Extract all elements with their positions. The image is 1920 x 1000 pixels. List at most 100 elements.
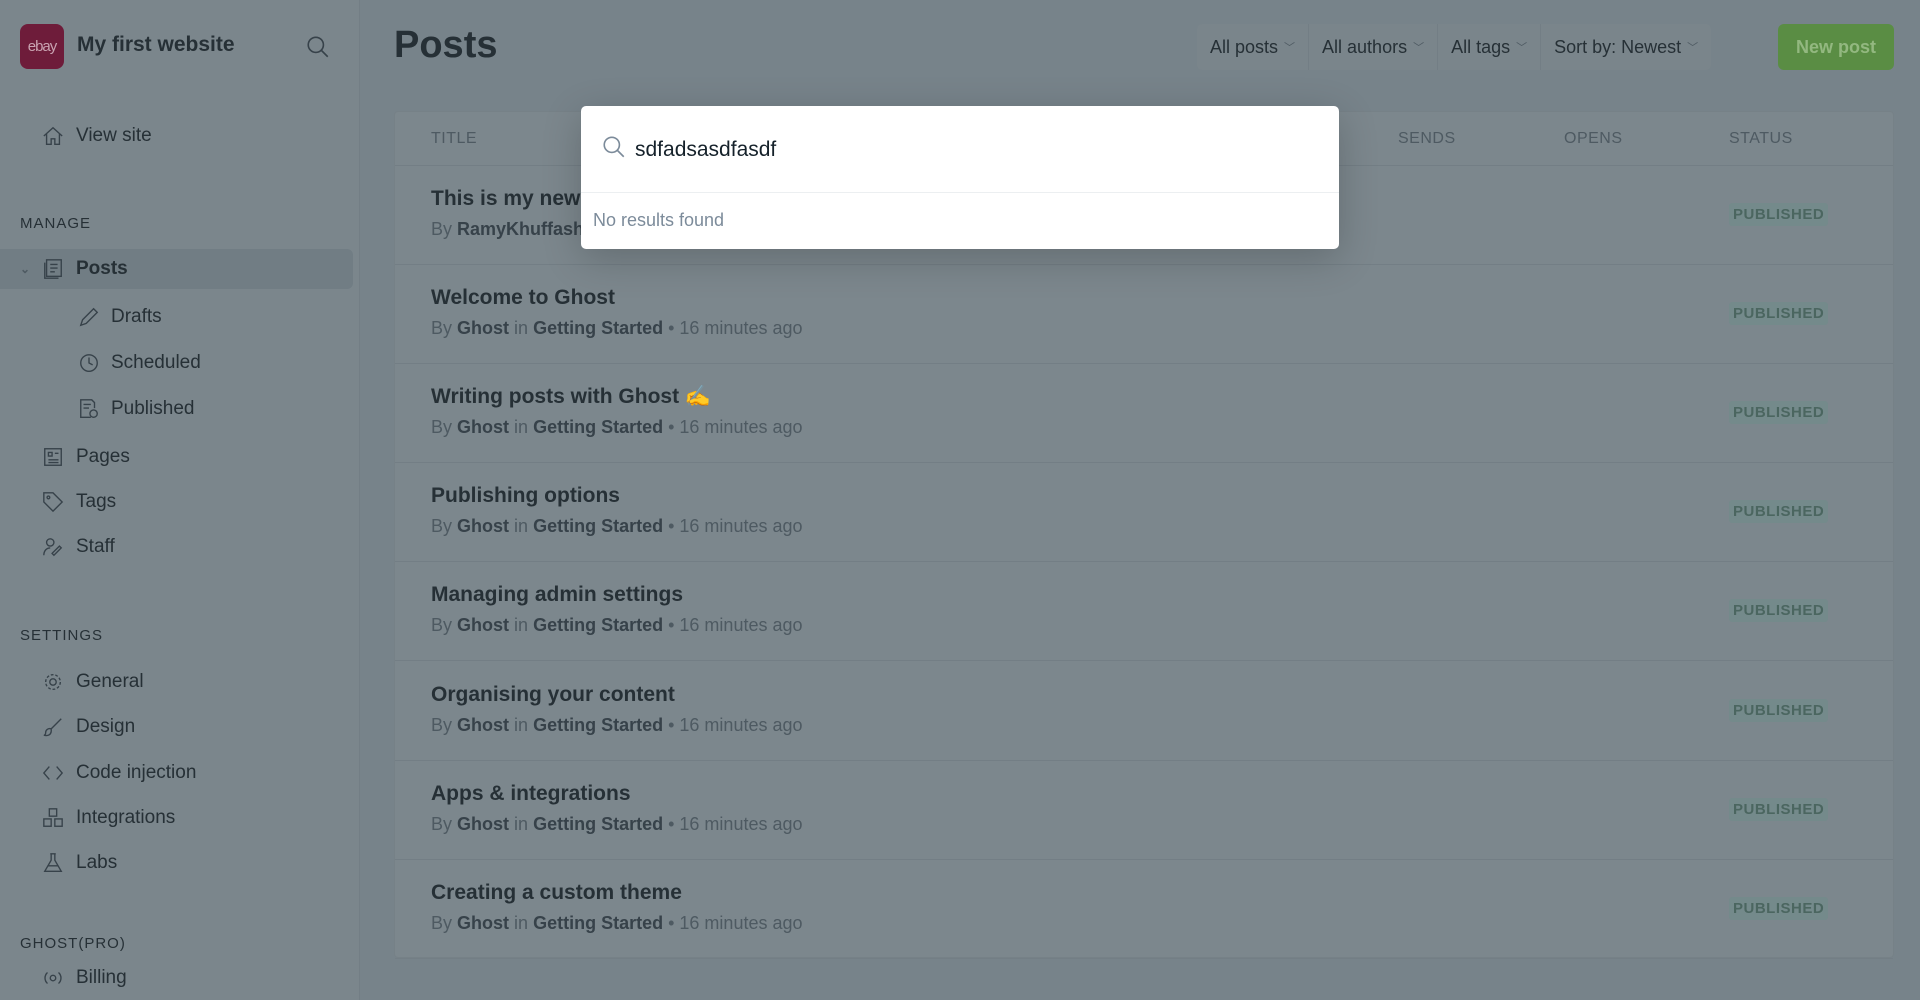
status-badge: PUBLISHED bbox=[1729, 896, 1829, 920]
chevron-down-icon: ﹀ bbox=[1516, 42, 1528, 54]
chevron-down-icon[interactable]: ⌄ bbox=[20, 262, 30, 276]
post-title[interactable]: Writing posts with Ghost ✍️ bbox=[431, 385, 711, 409]
in-label: in bbox=[514, 615, 529, 636]
table-row[interactable]: Organising your content By Ghost in Gett… bbox=[395, 662, 1893, 761]
status-badge: PUBLISHED bbox=[1729, 500, 1829, 524]
sidebar-item-drafts[interactable]: Drafts bbox=[0, 297, 353, 337]
table-row[interactable]: Creating a custom theme By Ghost in Gett… bbox=[395, 860, 1893, 959]
post-tag: Getting Started bbox=[533, 615, 664, 636]
home-icon bbox=[42, 125, 64, 147]
sidebar-item-published[interactable]: Published bbox=[0, 389, 353, 429]
sidebar-item-label: Staff bbox=[76, 536, 115, 557]
post-tag: Getting Started bbox=[533, 417, 664, 438]
pages-icon bbox=[42, 446, 64, 468]
page-title: Posts bbox=[394, 24, 498, 66]
sidebar-item-label: Drafts bbox=[111, 306, 162, 327]
sidebar-item-label: General bbox=[76, 671, 144, 692]
sidebar-item-labs[interactable]: Labs bbox=[0, 843, 353, 883]
table-row[interactable]: Writing posts with Ghost ✍️ By Ghost in … bbox=[395, 364, 1893, 464]
status-badge: PUBLISHED bbox=[1729, 302, 1829, 326]
post-meta: By Ghost in Getting Started • 16 minutes… bbox=[431, 615, 803, 636]
post-meta: By Ghost in Getting Started • 16 minutes… bbox=[431, 814, 803, 835]
filter-post-type[interactable]: All posts ﹀ bbox=[1197, 24, 1310, 70]
post-author: RamyKhuffash bbox=[457, 219, 585, 239]
post-title[interactable]: Publishing options bbox=[431, 484, 620, 508]
table-row[interactable]: Apps & integrations By Ghost in Getting … bbox=[395, 761, 1893, 860]
by-label: By bbox=[431, 813, 453, 834]
new-post-button[interactable]: New post bbox=[1778, 24, 1894, 70]
post-tag: Getting Started bbox=[533, 318, 664, 339]
sidebar-item-label: Billing bbox=[76, 967, 127, 988]
status-badge: PUBLISHED bbox=[1729, 599, 1829, 623]
filter-authors[interactable]: All authors ﹀ bbox=[1309, 24, 1439, 70]
column-sends: SENDS bbox=[1398, 130, 1456, 147]
sidebar-item-integrations[interactable]: Integrations bbox=[0, 798, 353, 838]
post-time: • 16 minutes ago bbox=[668, 714, 803, 735]
post-title[interactable]: Apps & integrations bbox=[431, 782, 631, 806]
sidebar-item-tags[interactable]: Tags bbox=[0, 482, 353, 522]
post-title[interactable]: Organising your content bbox=[431, 683, 675, 707]
search-icon bbox=[601, 134, 627, 160]
status-badge: PUBLISHED bbox=[1729, 203, 1829, 226]
sidebar-item-posts[interactable]: ⌄ Posts bbox=[0, 249, 353, 289]
sidebar-item-label: Published bbox=[111, 398, 195, 419]
posts-icon bbox=[42, 258, 64, 280]
sidebar-item-code-injection[interactable]: Code injection bbox=[0, 753, 353, 793]
post-meta: By Ghost in Getting Started • 16 minutes… bbox=[431, 516, 803, 537]
site-logo[interactable]: ebay bbox=[20, 24, 64, 69]
sidebar-item-staff[interactable]: Staff bbox=[0, 527, 353, 567]
in-label: in bbox=[514, 912, 529, 933]
sidebar-item-billing[interactable]: Billing bbox=[0, 960, 353, 996]
chevron-down-icon: ﹀ bbox=[1284, 42, 1296, 54]
post-title[interactable]: This is my new bbox=[431, 187, 580, 211]
site-title: My first website bbox=[77, 33, 235, 56]
post-time: • 16 minutes ago bbox=[668, 516, 803, 537]
sidebar-item-label: Integrations bbox=[76, 807, 176, 828]
manage-heading: MANAGE bbox=[20, 215, 92, 232]
table-row[interactable]: Managing admin settings By Ghost in Gett… bbox=[395, 562, 1893, 662]
post-title[interactable]: Managing admin settings bbox=[431, 583, 683, 607]
post-author: Ghost bbox=[457, 516, 510, 537]
post-time: • 16 minutes ago bbox=[668, 417, 803, 438]
table-row[interactable]: Publishing options By Ghost in Getting S… bbox=[395, 463, 1893, 563]
table-row[interactable]: Welcome to Ghost By Ghost in Getting Sta… bbox=[395, 265, 1893, 365]
column-status: STATUS bbox=[1729, 130, 1793, 147]
search-modal: No results found bbox=[581, 106, 1339, 249]
published-icon bbox=[78, 398, 100, 420]
post-author: Ghost bbox=[457, 417, 510, 438]
by-label: By bbox=[431, 219, 453, 239]
post-time: • 16 minutes ago bbox=[668, 813, 803, 834]
filter-label: All authors bbox=[1322, 36, 1408, 57]
post-title[interactable]: Creating a custom theme bbox=[431, 881, 682, 905]
billing-icon bbox=[42, 967, 64, 989]
in-label: in bbox=[514, 318, 529, 339]
sidebar-item-label: Scheduled bbox=[111, 352, 201, 373]
post-tag: Getting Started bbox=[533, 516, 664, 537]
sidebar-item-scheduled[interactable]: Scheduled bbox=[0, 343, 353, 383]
filter-tags[interactable]: All tags ﹀ bbox=[1438, 24, 1542, 70]
post-time: • 16 minutes ago bbox=[668, 912, 803, 933]
search-input[interactable] bbox=[635, 132, 1315, 168]
tag-icon bbox=[42, 491, 64, 513]
post-tag: Getting Started bbox=[533, 912, 664, 933]
search-icon[interactable] bbox=[305, 34, 331, 60]
sidebar-item-pages[interactable]: Pages bbox=[0, 437, 353, 477]
no-results-message: No results found bbox=[593, 210, 725, 230]
status-badge: PUBLISHED bbox=[1729, 401, 1829, 425]
sidebar-item-label: View site bbox=[76, 125, 152, 146]
brush-icon bbox=[42, 716, 64, 738]
filter-label: All tags bbox=[1451, 36, 1511, 57]
in-label: in bbox=[514, 813, 529, 834]
post-title[interactable]: Welcome to Ghost bbox=[431, 286, 615, 310]
clock-icon bbox=[78, 352, 100, 374]
filter-sort[interactable]: Sort by: Newest ﹀ bbox=[1541, 24, 1711, 70]
by-label: By bbox=[431, 912, 453, 933]
sidebar-item-view-site[interactable]: View site bbox=[0, 116, 353, 156]
by-label: By bbox=[431, 714, 453, 735]
code-icon bbox=[42, 762, 64, 784]
staff-icon bbox=[42, 536, 64, 558]
post-meta: By Ghost in Getting Started • 16 minutes… bbox=[431, 318, 803, 339]
post-meta: By Ghost in Getting Started • 16 minutes… bbox=[431, 417, 803, 438]
sidebar-item-design[interactable]: Design bbox=[0, 707, 353, 747]
sidebar-item-general[interactable]: General bbox=[0, 662, 353, 702]
